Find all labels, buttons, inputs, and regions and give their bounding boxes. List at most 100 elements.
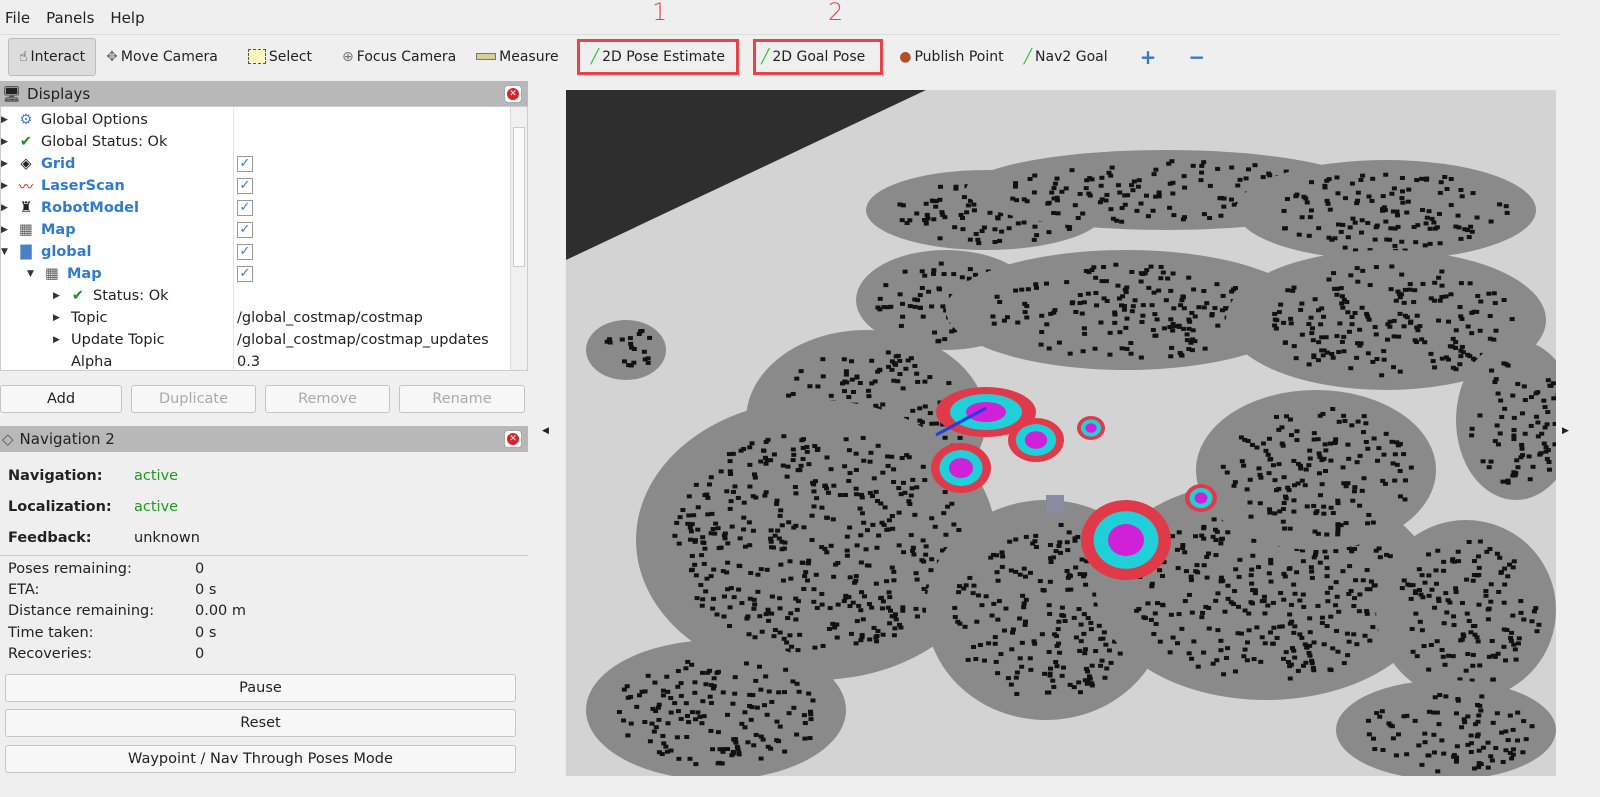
obstacle-cell: [814, 448, 820, 453]
menu-panels[interactable]: Panels: [46, 9, 94, 27]
3d-viewport[interactable]: [566, 90, 1556, 776]
global-map-checkbox[interactable]: ✓: [237, 266, 253, 282]
obstacle-cell: [1459, 194, 1465, 199]
obstacle-cell: [1266, 436, 1272, 441]
tree-item-status[interactable]: ▶ ✔ Status: Ok: [1, 285, 511, 307]
close-displays-button[interactable]: ✕: [504, 85, 522, 103]
reset-button[interactable]: Reset: [5, 709, 516, 737]
tree-item-alpha[interactable]: Alpha 0.3: [1, 351, 511, 373]
add-tool-button[interactable]: +: [1130, 38, 1167, 76]
2d-pose-estimate-tool[interactable]: ╱ 2D Pose Estimate: [576, 38, 739, 75]
add-display-button[interactable]: Add: [0, 385, 122, 413]
obstacle-cell: [854, 375, 860, 380]
obstacle-cell: [781, 690, 787, 695]
tree-item-grid[interactable]: ▶ ◈ Grid ✓: [1, 153, 511, 175]
displays-scrollbar[interactable]: [510, 107, 527, 370]
obstacle-cell: [873, 581, 879, 586]
measure-tool[interactable]: Measure: [466, 38, 569, 76]
obstacle-cell: [621, 359, 627, 364]
rename-display-button[interactable]: Rename: [399, 385, 525, 413]
obstacle-cell: [1550, 381, 1556, 386]
collapse-left-icon[interactable]: ◀: [542, 426, 549, 436]
obstacle-cell: [825, 490, 831, 495]
publish-point-tool[interactable]: ● Publish Point: [889, 38, 1013, 76]
obstacle-cell: [1367, 587, 1373, 592]
obstacle-cell: [1487, 313, 1493, 318]
select-tool[interactable]: Select: [238, 38, 322, 76]
obstacle-cell: [668, 696, 674, 701]
tree-item-laserscan[interactable]: ▶ 〰 LaserScan ✓: [1, 175, 511, 197]
obstacle-cell: [847, 604, 853, 609]
tree-item-global-options[interactable]: ▶ ⚙ Global Options: [1, 109, 511, 131]
obstacle-cell: [1419, 628, 1425, 633]
laserscan-checkbox[interactable]: ✓: [237, 178, 253, 194]
remove-display-button[interactable]: Remove: [265, 385, 390, 413]
close-navigation-button[interactable]: ✕: [504, 430, 522, 448]
obstacle-cell: [914, 371, 920, 376]
obstacle-cell: [1204, 301, 1210, 306]
navigation-status: active: [134, 468, 179, 484]
obstacle-cell: [732, 484, 738, 489]
obstacle-cell: [960, 227, 966, 232]
obstacle-cell: [745, 740, 751, 745]
duplicate-display-button[interactable]: Duplicate: [131, 385, 256, 413]
obstacle-cell: [1507, 713, 1513, 718]
pause-button[interactable]: Pause: [5, 674, 516, 702]
obstacle-cell: [1093, 649, 1099, 654]
menu-help[interactable]: Help: [110, 9, 144, 27]
menu-file[interactable]: File: [5, 9, 30, 27]
collapse-right-icon[interactable]: ▶: [1562, 426, 1569, 436]
tree-item-update-topic[interactable]: ▶ Update Topic/global_costmap/costmap_upd…: [1, 329, 511, 351]
obstacle-cell: [1198, 178, 1204, 183]
obstacle-cell: [699, 670, 705, 675]
move-camera-tool[interactable]: ✥ Move Camera: [96, 38, 228, 76]
robotmodel-checkbox[interactable]: ✓: [237, 200, 253, 216]
obstacle-cell: [1199, 163, 1205, 168]
grid-checkbox[interactable]: ✓: [237, 156, 253, 172]
laserscan-icon: 〰: [18, 179, 34, 196]
obstacle-cell: [1256, 466, 1262, 471]
tree-item-global-map[interactable]: ▼ ▦ Map ✓: [1, 263, 511, 285]
obstacle-cell: [885, 350, 891, 355]
topic-value[interactable]: /global_costmap/costmap: [237, 310, 423, 326]
obstacle-cell: [731, 595, 737, 600]
tree-item-robotmodel[interactable]: ▶ ♜ RobotModel ✓: [1, 197, 511, 219]
select-icon: [247, 49, 266, 64]
obstacle-cell: [1155, 601, 1161, 606]
obstacle-cell: [753, 732, 759, 737]
tree-item-global[interactable]: ▼ ▇ global ✓: [1, 241, 511, 263]
obstacle-cell: [1453, 328, 1459, 333]
obstacle-cell: [1248, 600, 1254, 605]
global-checkbox[interactable]: ✓: [237, 244, 253, 260]
waypoint-mode-button[interactable]: Waypoint / Nav Through Poses Mode: [5, 745, 516, 773]
obstacle-cell: [1349, 315, 1355, 320]
obstacle-cell: [1201, 212, 1207, 217]
obstacle-cell: [871, 476, 877, 481]
obstacle-cell: [1437, 241, 1443, 246]
update-topic-value[interactable]: /global_costmap/costmap_updates: [237, 332, 489, 348]
remove-tool-button[interactable]: −: [1178, 38, 1215, 76]
obstacle-cell: [903, 366, 909, 371]
2d-goal-pose-tool[interactable]: ╱ 2D Goal Pose: [752, 38, 884, 75]
tree-item-global-status[interactable]: ▶ ✔ Global Status: Ok: [1, 131, 511, 153]
obstacle-cell: [1486, 465, 1492, 470]
obstacle-cell: [627, 336, 633, 341]
obstacle-cell: [1072, 203, 1078, 208]
tree-item-topic[interactable]: ▶ Topic/global_costmap/costmap: [1, 307, 511, 329]
obstacle-cell: [1365, 521, 1371, 526]
toolbar: ☝ Interact ✥ Move Camera Select ⊕ Focus Cam…: [0, 34, 1560, 78]
obstacle-cell: [810, 480, 816, 485]
focus-camera-tool[interactable]: ⊕ Focus Camera: [332, 38, 466, 76]
obstacle-cell: [887, 595, 893, 600]
obstacle-cell: [1375, 458, 1381, 463]
obstacle-cell: [1066, 573, 1072, 578]
obstacle-cell: [981, 225, 987, 230]
obstacle-cell: [1057, 650, 1063, 655]
obstacle-cell: [1458, 354, 1464, 359]
map-checkbox[interactable]: ✓: [237, 222, 253, 238]
obstacle-cell: [880, 402, 886, 407]
alpha-value[interactable]: 0.3: [237, 354, 260, 370]
tree-item-map[interactable]: ▶ ▦ Map ✓: [1, 219, 511, 241]
nav2-goal-tool[interactable]: ╱ Nav2 Goal: [1014, 38, 1118, 76]
interact-tool[interactable]: ☝ Interact: [8, 37, 97, 76]
